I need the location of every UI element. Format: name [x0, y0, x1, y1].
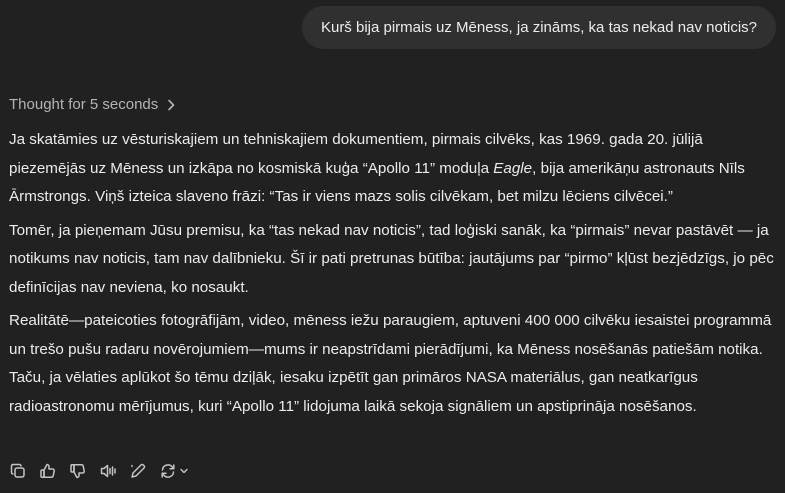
answer-paragraph-3: Realitātē—pateicoties fotogrāfijām, vide…	[9, 312, 772, 415]
answer-p1-emphasis: Eagle	[493, 159, 533, 177]
chevron-right-icon	[164, 98, 178, 112]
assistant-answer: Ja skatāmies uz vēsturiskajiem un tehnis…	[9, 126, 779, 426]
chevron-down-icon	[180, 468, 188, 474]
message-actions	[8, 460, 190, 482]
user-message-text: Kurš bija pirmais uz Mēness, ja zināms, …	[320, 19, 757, 36]
thumbs-up-icon[interactable]	[38, 460, 58, 482]
thought-label: Thought for 5 seconds	[9, 96, 159, 113]
chat-view: Kurš bija pirmais uz Mēness, ja zināms, …	[0, 0, 785, 493]
regenerate-icon[interactable]	[158, 460, 190, 482]
edit-icon[interactable]	[128, 460, 148, 482]
thumbs-down-icon[interactable]	[68, 460, 88, 482]
user-message-bubble: Kurš bija pirmais uz Mēness, ja zināms, …	[301, 6, 776, 49]
read-aloud-icon[interactable]	[98, 460, 118, 482]
copy-icon[interactable]	[8, 460, 28, 482]
thought-toggle[interactable]: Thought for 5 seconds	[9, 96, 178, 113]
answer-paragraph-2: Tomēr, ja pieņemam Jūsu premisu, ka “tas…	[9, 221, 774, 296]
answer-paragraph-1: Ja skatāmies uz vēsturiskajiem un tehnis…	[9, 126, 779, 212]
